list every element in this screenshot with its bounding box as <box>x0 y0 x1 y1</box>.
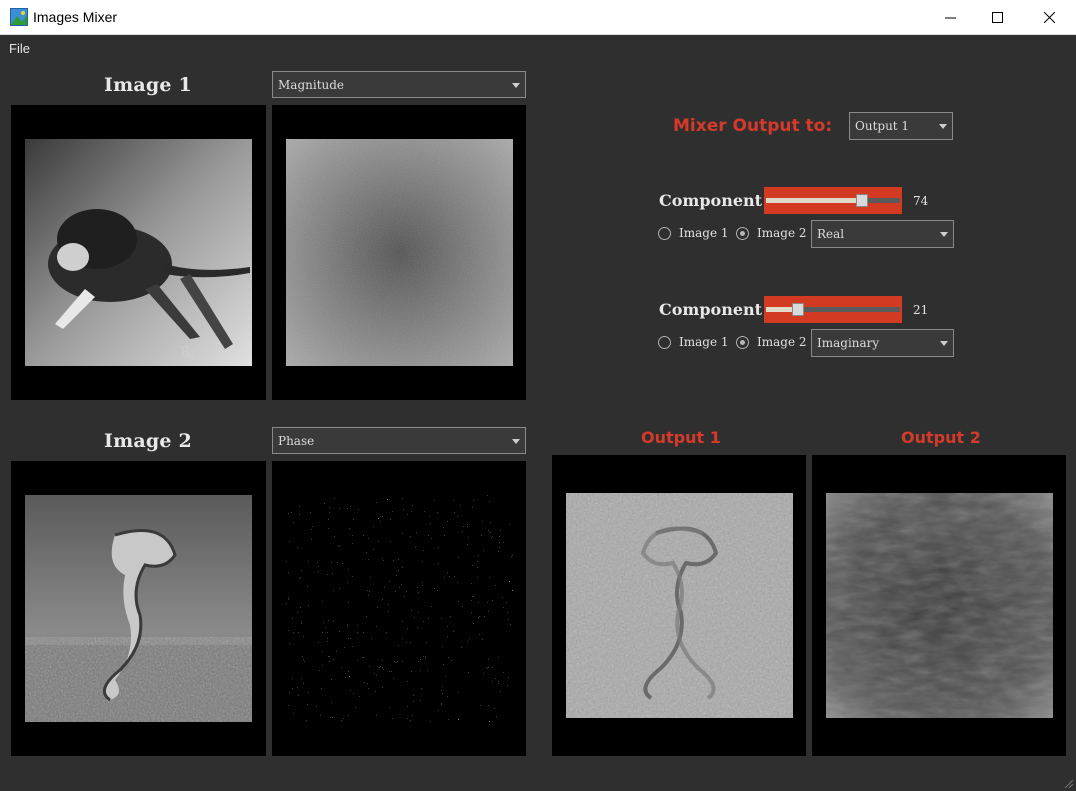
component1-value: 74 <box>913 194 929 208</box>
component1-slider[interactable] <box>764 187 902 214</box>
component2-radio-image1-label: Image 1 <box>679 335 729 349</box>
image1-component-value: Magnitude <box>278 77 345 92</box>
component2-radio-image2-label: Image 2 <box>757 335 807 349</box>
output-target-value: Output 1 <box>855 119 910 133</box>
image1-component-select[interactable]: Magnitude <box>272 71 526 98</box>
minimize-icon <box>944 17 956 19</box>
chevron-down-icon <box>512 82 520 88</box>
menu-bar: File <box>0 36 1076 60</box>
svg-text:Br: Br <box>180 345 197 361</box>
image1-component-panel[interactable] <box>272 105 526 400</box>
image2-original-panel[interactable] <box>11 461 266 756</box>
title-bar: Images Mixer <box>0 0 1076 35</box>
image1-original-panel[interactable]: Br <box>11 105 266 400</box>
component1-label: Component 1 <box>659 191 779 210</box>
output1-heading: Output 1 <box>641 428 721 447</box>
mixer-output-label: Mixer Output to: <box>673 116 833 136</box>
image1-heading: Image 1 <box>104 74 192 96</box>
chevron-down-icon <box>940 341 948 346</box>
app-icon <box>10 8 28 26</box>
minimize-button[interactable] <box>927 0 973 35</box>
output2-panel[interactable] <box>812 455 1066 756</box>
image2-original-view <box>25 495 252 722</box>
maximize-icon <box>991 12 1003 23</box>
image2-component-select[interactable]: Phase <box>272 427 526 454</box>
component1-type-select[interactable]: Real <box>811 220 954 248</box>
maximize-button[interactable] <box>974 0 1020 35</box>
image2-heading: Image 2 <box>104 430 192 452</box>
component1-radio-image2-label: Image 2 <box>757 226 807 240</box>
image2-component-panel[interactable] <box>272 461 526 756</box>
component1-radio-image2[interactable] <box>736 227 749 240</box>
output-target-select[interactable]: Output 1 <box>849 112 953 140</box>
component2-value: 21 <box>913 303 929 317</box>
image1-magnitude-view <box>286 139 513 366</box>
component1-radio-image1-label: Image 1 <box>679 226 729 240</box>
component2-type-value: Imaginary <box>817 336 880 350</box>
component2-slider[interactable] <box>764 296 902 323</box>
chevron-down-icon <box>940 232 948 237</box>
slider-handle[interactable] <box>856 194 868 207</box>
menu-file[interactable]: File <box>9 41 30 56</box>
window-title: Images Mixer <box>33 9 118 25</box>
close-icon <box>1043 12 1055 23</box>
image1-original-view: Br <box>25 139 252 366</box>
component2-radio-image1[interactable] <box>658 336 671 349</box>
output2-view <box>826 493 1053 718</box>
component2-label: Component 2 <box>659 300 779 319</box>
close-button[interactable] <box>1026 0 1072 35</box>
chevron-down-icon <box>512 438 520 444</box>
slider-fill <box>766 198 862 203</box>
output1-panel[interactable] <box>552 455 806 756</box>
slider-handle[interactable] <box>792 303 804 316</box>
image2-component-value: Phase <box>278 433 315 448</box>
component1-type-value: Real <box>817 227 845 241</box>
output2-heading: Output 2 <box>901 428 981 447</box>
output1-view <box>566 493 793 718</box>
chevron-down-icon <box>939 124 947 129</box>
resize-grip-icon[interactable] <box>1064 779 1074 789</box>
component2-type-select[interactable]: Imaginary <box>811 329 954 357</box>
image2-phase-view <box>286 495 513 722</box>
component2-radio-image2[interactable] <box>736 336 749 349</box>
component1-radio-image1[interactable] <box>658 227 671 240</box>
